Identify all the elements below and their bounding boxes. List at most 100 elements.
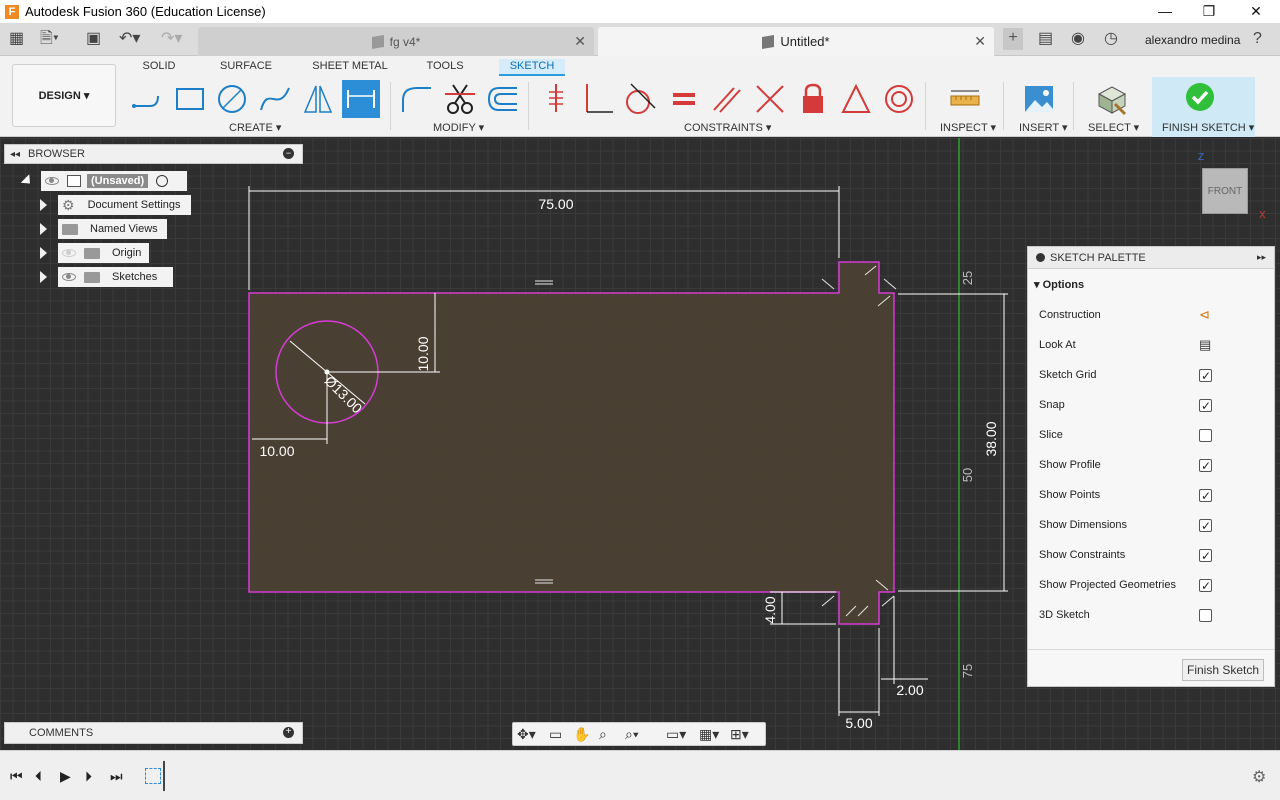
workspace-switcher[interactable]: DESIGN ▾ bbox=[12, 64, 116, 127]
sketch-palette-header[interactable]: SKETCH PALETTE ▸▸ bbox=[1028, 247, 1274, 269]
option-show-constraints[interactable]: Show Constraints bbox=[1039, 545, 1264, 566]
show-dimensions-checkbox[interactable] bbox=[1199, 516, 1212, 536]
dim-notch-depth[interactable]: 2.00 bbox=[896, 682, 923, 698]
step-back-icon[interactable]: ⏴ bbox=[35, 769, 42, 783]
tab-tools[interactable]: TOOLS bbox=[424, 59, 466, 76]
sketch-profile[interactable] bbox=[249, 262, 894, 624]
rectangle-tool-icon[interactable] bbox=[171, 80, 209, 118]
option-show-points[interactable]: Show Points bbox=[1039, 485, 1264, 506]
fillet-tool-icon[interactable] bbox=[397, 80, 435, 118]
browser-item-document-settings[interactable]: ⚙ Document Settings bbox=[58, 195, 191, 215]
horizontal-vertical-constraint-icon[interactable] bbox=[537, 80, 575, 118]
constraints-menu[interactable]: CONSTRAINTS ▾ bbox=[684, 121, 771, 134]
spline-tool-icon[interactable] bbox=[256, 80, 294, 118]
tab-fg-v4[interactable]: fg v4* ✕ bbox=[198, 27, 594, 56]
option-3d-sketch[interactable]: 3D Sketch bbox=[1039, 605, 1264, 625]
dim-width[interactable]: 75.00 bbox=[538, 196, 573, 212]
dim-height-right[interactable]: 38.00 bbox=[983, 421, 999, 456]
activate-radio-icon[interactable] bbox=[156, 175, 169, 187]
job-status-icon[interactable]: ◷ bbox=[1104, 29, 1118, 49]
insert-image-icon[interactable] bbox=[1020, 80, 1058, 118]
option-look-at[interactable]: Look At ▤ bbox=[1039, 335, 1264, 355]
insert-menu[interactable]: INSERT ▾ bbox=[1019, 121, 1068, 134]
collapse-panel-icon[interactable]: ◂◂ bbox=[10, 149, 20, 160]
go-to-end-icon[interactable]: ⏭ bbox=[110, 769, 123, 783]
user-account[interactable]: alexandro medina bbox=[1145, 33, 1240, 47]
dim-circle-top[interactable]: 10.00 bbox=[415, 336, 431, 371]
visibility-eye-icon[interactable] bbox=[62, 249, 76, 257]
go-to-start-icon[interactable]: ⏮ bbox=[10, 769, 23, 783]
option-snap[interactable]: Snap bbox=[1039, 395, 1264, 416]
help-icon[interactable]: ? bbox=[1253, 29, 1262, 49]
option-show-profile[interactable]: Show Profile bbox=[1039, 455, 1264, 476]
create-menu[interactable]: CREATE ▾ bbox=[229, 121, 281, 134]
show-constraints-checkbox[interactable] bbox=[1199, 546, 1212, 566]
new-tab-icon[interactable]: + bbox=[1003, 28, 1023, 50]
save-icon[interactable]: ▣ bbox=[86, 29, 101, 49]
close-tab-icon[interactable]: ✕ bbox=[974, 33, 986, 50]
extensions-icon[interactable]: ◉ bbox=[1071, 29, 1085, 49]
show-profile-checkbox[interactable] bbox=[1199, 456, 1212, 476]
snap-checkbox[interactable] bbox=[1199, 396, 1212, 416]
tab-solid[interactable]: SOLID bbox=[138, 59, 180, 76]
tangent-constraint-icon[interactable] bbox=[621, 80, 659, 118]
option-slice[interactable]: Slice bbox=[1039, 425, 1264, 445]
undo-icon[interactable]: ↶▾ bbox=[119, 29, 140, 49]
tab-sheet-metal[interactable]: SHEET METAL bbox=[312, 59, 388, 76]
orbit-icon[interactable]: ✥▾ bbox=[517, 726, 536, 742]
expand-document-settings-icon[interactable] bbox=[40, 199, 47, 211]
redo-icon[interactable]: ↷▾ bbox=[161, 29, 182, 49]
construction-icon[interactable]: ⊲ bbox=[1199, 305, 1210, 325]
browser-root-item[interactable]: (Unsaved) bbox=[41, 171, 187, 191]
notification-icon[interactable]: ▤ bbox=[1038, 29, 1053, 49]
display-settings-icon[interactable]: ▭▾ bbox=[666, 726, 686, 742]
palette-minimize-icon[interactable] bbox=[1036, 253, 1045, 262]
select-tool-icon[interactable] bbox=[1093, 80, 1131, 118]
close-tab-icon[interactable]: ✕ bbox=[574, 33, 586, 50]
minimize-button[interactable]: — bbox=[1142, 0, 1188, 23]
visibility-eye-icon[interactable] bbox=[45, 177, 59, 185]
measure-tool-icon[interactable] bbox=[946, 80, 984, 118]
option-construction[interactable]: Construction ⊲ bbox=[1039, 305, 1264, 325]
finish-sketch-button[interactable]: Finish Sketch bbox=[1182, 659, 1264, 681]
option-sketch-grid[interactable]: Sketch Grid bbox=[1039, 365, 1264, 386]
timeline-sketch-feature-icon[interactable] bbox=[145, 768, 161, 784]
maximize-button[interactable]: ❐ bbox=[1186, 0, 1232, 23]
sketch-dimension-tool-icon[interactable] bbox=[342, 80, 380, 118]
grid-settings-icon[interactable]: ▦▾ bbox=[699, 726, 719, 742]
app-grid-icon[interactable]: ▦ bbox=[9, 29, 24, 49]
fit-icon[interactable]: ⌕▾ bbox=[625, 726, 639, 742]
option-show-dimensions[interactable]: Show Dimensions bbox=[1039, 515, 1264, 536]
timeline-marker[interactable] bbox=[163, 761, 165, 791]
option-show-projected-geometries[interactable]: Show Projected Geometries bbox=[1039, 575, 1264, 596]
timeline-settings-gear-icon[interactable]: ⚙ bbox=[1252, 767, 1266, 787]
parallel-constraint-icon[interactable] bbox=[708, 80, 746, 118]
pan-hand-icon[interactable]: ✋ bbox=[573, 726, 590, 742]
tab-sketch[interactable]: SKETCH bbox=[499, 59, 565, 76]
equal-constraint-icon[interactable] bbox=[665, 80, 703, 118]
tab-surface[interactable]: SURFACE bbox=[218, 59, 274, 76]
browser-panel-header[interactable]: ◂◂ BROWSER − bbox=[4, 144, 303, 164]
sketch-grid-checkbox[interactable] bbox=[1199, 366, 1212, 386]
viewcube[interactable]: FRONT bbox=[1202, 168, 1248, 214]
triangle-constraint-icon[interactable] bbox=[837, 80, 875, 118]
tab-untitled[interactable]: Untitled* ✕ bbox=[598, 27, 994, 56]
circle-tool-icon[interactable] bbox=[213, 80, 251, 118]
slice-checkbox[interactable] bbox=[1199, 429, 1212, 442]
expand-origin-icon[interactable] bbox=[40, 247, 47, 259]
3d-sketch-checkbox[interactable] bbox=[1199, 609, 1212, 622]
expand-sketches-icon[interactable] bbox=[40, 271, 47, 283]
close-window-button[interactable]: ✕ bbox=[1233, 0, 1279, 23]
finish-sketch-menu[interactable]: FINISH SKETCH ▾ bbox=[1162, 121, 1254, 134]
browser-item-sketches[interactable]: Sketches bbox=[58, 267, 173, 287]
show-projected-geometries-checkbox[interactable] bbox=[1199, 576, 1212, 596]
dim-circle-left[interactable]: 10.00 bbox=[259, 443, 294, 459]
trim-tool-icon[interactable] bbox=[441, 80, 479, 118]
fix-constraint-lock-icon[interactable] bbox=[794, 80, 832, 118]
dim-notch-height[interactable]: 4.00 bbox=[762, 596, 778, 623]
options-section[interactable]: ▾ Options bbox=[1034, 278, 1084, 291]
perpendicular-constraint-icon[interactable] bbox=[579, 80, 617, 118]
expand-named-views-icon[interactable] bbox=[40, 223, 47, 235]
step-forward-icon[interactable]: ⏵ bbox=[85, 769, 92, 783]
offset-tool-icon[interactable] bbox=[483, 80, 521, 118]
